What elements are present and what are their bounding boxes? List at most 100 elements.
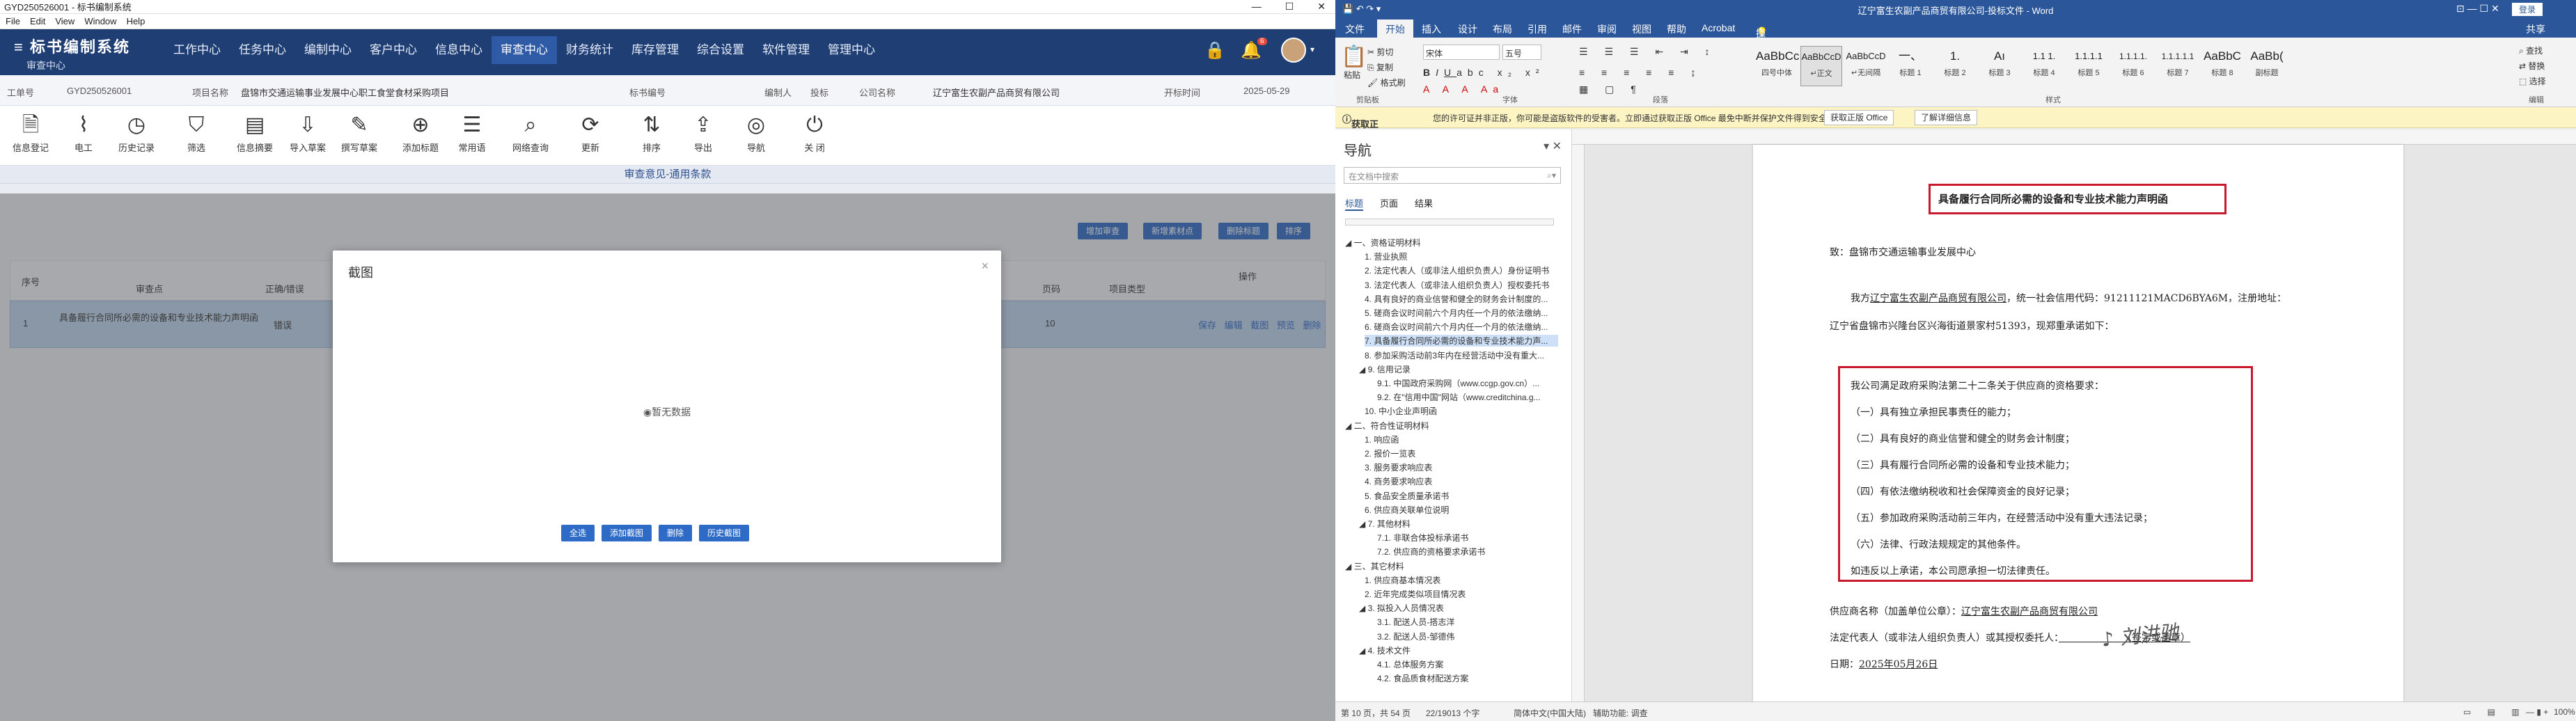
zoom-level[interactable]: 100% [2554,707,2575,717]
paste-button[interactable]: 📋 粘贴 [1341,45,1367,81]
nav-settings[interactable]: 综合设置 [688,36,753,64]
tool-web-search[interactable]: ⌕ 网络查询 [510,110,551,154]
tab-review[interactable]: 审阅 [1597,22,1617,36]
tool-navigate[interactable]: ◎ 导航 [735,110,777,154]
nav-heading-item[interactable]: 8. 参加采购活动前3年内在经营活动中没有重大... [1365,349,1558,361]
nav-tab-headings[interactable]: 标题 [1345,196,1364,211]
nav-heading-item[interactable]: 3. 服务要求响应表 [1365,461,1558,473]
horizontal-ruler[interactable] [1572,129,2576,145]
paragraph-border-buttons[interactable]: ▦ ▢ ¶ [1579,84,1643,95]
nav-edit[interactable]: 编制中心 [295,36,361,64]
style-item[interactable]: AaBb(副标题 [2246,46,2288,86]
chevron-down-icon[interactable]: ▾ [1310,45,1314,54]
tab-layout[interactable]: 布局 [1493,22,1512,36]
style-item[interactable]: AaBbCcD ↵正文 [1800,46,1842,86]
vertical-ruler[interactable] [1572,145,1585,702]
nav-heading-item[interactable]: 7. 具备履行合同所必需的设备和专业技术能力声... [1365,335,1558,347]
maximize-icon[interactable]: ☐ [1285,1,1294,13]
nav-heading-item[interactable]: 2. 报价一览表 [1365,447,1558,459]
menu-file[interactable]: File [6,16,20,26]
font-format-buttons[interactable]: BIUabc x₂ x² [1423,67,1545,78]
nav-task[interactable]: 任务中心 [230,36,295,64]
history-screenshot-button[interactable]: 历史截图 [699,525,750,541]
nav-heading-item[interactable]: 3. 法定代表人（或非法人组织负责人）授权委托书 [1365,279,1558,291]
style-item[interactable]: 1.1 1. 标题 4 [2023,46,2065,86]
cut-button[interactable]: ✂ 剪切 [1367,45,1406,60]
format-painter-button[interactable]: 🖌 格式刷 [1367,75,1406,90]
nav-heading-item[interactable]: ◢ 7. 其他材料 [1359,518,1558,530]
window-controls[interactable]: ⊡ — ☐ ✕ [2456,3,2499,15]
nav-heading-item[interactable]: 9.2. 在"信用中国"网站（www.creditchina.g... [1377,391,1558,403]
menu-help[interactable]: Help [127,16,146,26]
page-count[interactable]: 第 10 页，共 54 页 [1341,707,1411,719]
accessibility[interactable]: 辅助功能: 调查 [1593,707,1648,719]
tool-history[interactable]: ◷ 历史记录 [116,110,157,154]
login-button[interactable]: 登录 [2512,3,2543,16]
nav-heading-item[interactable]: 9.1. 中国政府采购网（www.ccgp.gov.cn）... [1377,377,1558,389]
tab-help[interactable]: 帮助 [1667,22,1686,36]
nav-heading-item[interactable]: 3.2. 配送人员-邹德伟 [1377,631,1558,642]
tool-electric[interactable]: ⌇ 电工 [63,110,104,154]
get-office-button[interactable]: 获取正版 Office [1824,110,1894,125]
nav-heading-item[interactable]: 6. 磋商会议时间前六个月内任一个月的依法缴纳... [1365,321,1558,333]
nav-heading-item[interactable]: 3.1. 配送人员-搭志洋 [1377,616,1558,628]
delete-button[interactable]: 删除 [659,525,693,541]
tab-design[interactable]: 设计 [1458,22,1477,36]
nav-tab-pages[interactable]: 页面 [1380,196,1398,211]
style-item[interactable]: 1.1.1.1.1 标题 7 [2157,46,2199,86]
tool-summary[interactable]: ▤ 信息摘要 [234,110,276,154]
tab-home[interactable]: 开始 [1377,19,1413,38]
zoom-slider[interactable]: — ▮ + [2526,707,2548,717]
share-button[interactable]: 共享 [2526,22,2545,36]
nav-customer[interactable]: 客户中心 [361,36,426,64]
tool-export[interactable]: ⇪ 导出 [682,110,724,154]
select-button[interactable]: ⬚ 选择 [2519,74,2546,89]
nav-tab-results[interactable]: 结果 [1415,196,1433,211]
minimize-icon[interactable]: — [1252,1,1262,13]
nav-search-input[interactable]: 在文档中搜索 ⌕▾ [1344,167,1561,184]
paragraph-align-buttons[interactable]: ≡ ≡ ≡ ≡ ≡ ↨ [1579,67,1702,78]
menu-edit[interactable]: Edit [30,16,45,26]
style-item[interactable]: AaBbCc 四号中体 [1756,46,1799,86]
nav-work[interactable]: 工作中心 [164,36,230,64]
nav-heading-item[interactable]: 4.2. 食品质食材配送方案 [1377,672,1558,684]
tool-add-title[interactable]: ⊕ 添加标题 [400,110,441,154]
language[interactable]: 简体中文(中国大陆) [1514,707,1586,719]
close-icon[interactable]: ✕ [1317,1,1326,13]
close-icon[interactable]: ▾ ✕ [1544,139,1562,153]
style-item[interactable]: AaBbC 标题 8 [2201,46,2243,86]
nav-heading-item[interactable]: 4. 具有良好的商业信誉和健全的财务会计制度的... [1365,293,1558,305]
style-item[interactable]: 1. 标题 2 [1934,46,1976,86]
font-color-buttons[interactable]: A A A Aa [1423,84,1504,95]
tab-insert[interactable]: 插入 [1422,22,1441,36]
find-button[interactable]: ⌕ 查找 [2519,43,2546,58]
nav-heading-item[interactable]: ◢ 二、符合性证明材料 [1345,420,1558,431]
nav-heading-item[interactable]: ◢ 9. 信用记录 [1359,363,1558,375]
nav-admin[interactable]: 管理中心 [819,36,884,64]
menu-view[interactable]: View [55,16,74,26]
nav-review[interactable]: 审查中心 [492,36,557,64]
style-item[interactable]: 1.1.1.1. 标题 6 [2112,46,2154,86]
word-count[interactable]: 22/19013 个字 [1426,707,1479,719]
nav-heading-item[interactable]: ◢ 一、资格证明材料 [1345,237,1558,248]
select-all-button[interactable]: 全选 [561,525,595,541]
nav-software[interactable]: 软件管理 [753,36,819,64]
nav-heading-item[interactable]: 1. 供应商基本情况表 [1365,574,1558,586]
style-item[interactable]: Aı 标题 3 [1979,46,2020,86]
tool-info-register[interactable]: 🗎 信息登记 [10,110,52,154]
nav-heading-item[interactable]: ◢ 3. 拟投入人员情况表 [1359,602,1558,614]
tab-mailings[interactable]: 邮件 [1562,22,1582,36]
nav-heading-item[interactable]: 10. 中小企业声明函 [1365,405,1558,417]
style-item[interactable]: AaBbCcD ↵无间隔 [1845,46,1887,86]
nav-heading-item[interactable]: 1. 响应函 [1365,434,1558,445]
font-name-select[interactable]: 宋体 [1423,45,1500,60]
nav-heading-item[interactable]: 2. 法定代表人（或非法人组织负责人）身份证明书 [1365,264,1558,276]
tab-acrobat[interactable]: Acrobat [1702,22,1735,33]
style-item[interactable]: 一、 标题 1 [1890,46,1931,86]
nav-heading-item[interactable]: 7.2. 供应商的资格要求承诺书 [1377,546,1558,557]
nav-heading-item[interactable]: ◢ 4. 技术文件 [1359,644,1558,656]
learn-more-button[interactable]: 了解详细信息 [1915,110,1978,125]
nav-heading-item[interactable]: 6. 供应商关联单位说明 [1365,504,1558,516]
tab-references[interactable]: 引用 [1527,22,1547,36]
tool-close[interactable]: ⏻ 关 闭 [794,110,835,154]
